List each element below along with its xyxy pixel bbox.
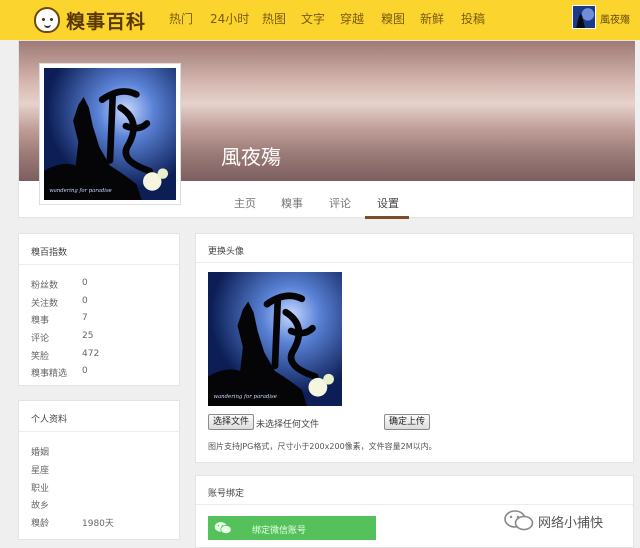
nav-hot[interactable]: 热门 — [169, 10, 193, 27]
site-logo[interactable]: 糗事百科 — [34, 4, 146, 36]
stat-value-fans: 0 — [82, 278, 88, 288]
stat-value-following: 0 — [82, 296, 88, 306]
upload-button[interactable]: 确定上传 — [384, 414, 431, 430]
user-avatar-small[interactable] — [572, 5, 596, 29]
tab-active-indicator — [365, 216, 409, 219]
logo-smiley-icon — [34, 7, 60, 33]
tab-settings[interactable]: 设置 — [377, 195, 399, 211]
info-title: 个人资料 — [31, 415, 68, 425]
watermark-text: 网络小捕快 — [538, 515, 604, 531]
wolf-avatar-icon — [573, 6, 595, 28]
tab-comments[interactable]: 评论 — [329, 195, 351, 211]
nav-hot-images[interactable]: 热图 — [262, 10, 286, 27]
tab-posts[interactable]: 糗事 — [281, 195, 303, 211]
watermark: 网络小捕快 — [504, 510, 603, 532]
info-label-job: 职业 — [31, 484, 50, 494]
divider — [196, 504, 633, 505]
wechat-icon — [214, 522, 232, 534]
change-avatar-panel: 更换头像 wandering for paradise 选择文件 未选择任何文件… — [195, 233, 634, 463]
bind-wechat-button[interactable]: 绑定微信账号 — [208, 516, 376, 540]
info-label-hometown: 故乡 — [31, 501, 50, 511]
info-label-account-age: 糗龄 — [31, 519, 50, 529]
preview-avatar-caption: wandering for paradise — [213, 394, 277, 400]
info-value-account-age: 1980天 — [82, 519, 114, 529]
avatar-preview: wandering for paradise — [208, 272, 342, 406]
nav-submit[interactable]: 投稿 — [461, 10, 485, 27]
profile-card: 風夜殤 wandering for paradise 主页 糗事 评论 设置 — [18, 40, 635, 219]
personal-info-panel: 个人资料 婚姻 星座 职业 故乡 糗龄 1980天 — [18, 400, 180, 540]
choose-file-button[interactable]: 选择文件 — [208, 414, 255, 430]
info-label-zodiac: 星座 — [31, 466, 50, 476]
wolf-avatar-image: wandering for paradise — [44, 68, 176, 200]
info-label-marriage: 婚姻 — [31, 448, 50, 458]
upload-hint: 图片支持JPG格式，尺寸小于200x200像素，文件容量2M以内。 — [208, 442, 437, 451]
index-title: 糗百指数 — [31, 248, 68, 258]
logo-text: 糗事百科 — [66, 10, 147, 33]
bind-wechat-label: 绑定微信账号 — [252, 526, 307, 536]
no-file-selected-text: 未选择任何文件 — [256, 420, 320, 430]
stat-value-posts: 7 — [82, 313, 88, 323]
divider — [19, 431, 179, 432]
nav-text[interactable]: 文字 — [301, 10, 325, 27]
index-panel: 糗百指数 粉丝数 0 关注数 0 糗事 7 评论 25 笑脸 472 糗事精选 … — [18, 233, 180, 386]
nav-24h[interactable]: 24小时 — [210, 10, 249, 27]
header-username[interactable]: 風夜殤 — [600, 11, 630, 26]
nav-time-travel[interactable]: 穿越 — [340, 10, 364, 27]
profile-name: 風夜殤 — [221, 145, 281, 169]
top-bar: 糗事百科 热门 24小时 热图 文字 穿越 糗图 新鲜 投稿 風夜殤 — [0, 0, 640, 40]
stat-value-featured: 0 — [82, 366, 88, 376]
nav-fresh[interactable]: 新鲜 — [420, 10, 444, 27]
stat-value-smiles: 472 — [82, 349, 100, 359]
avatar-caption: wandering for paradise — [49, 188, 112, 194]
stat-label-smiles: 笑脸 — [31, 352, 50, 362]
stat-label-fans: 粉丝数 — [31, 281, 59, 291]
stat-value-comments: 25 — [82, 331, 94, 341]
stat-label-comments: 评论 — [31, 334, 50, 344]
stat-label-following: 关注数 — [31, 299, 59, 309]
wolf-avatar-preview-image: wandering for paradise — [208, 272, 342, 406]
wechat-watermark-icon — [504, 510, 534, 531]
divider — [196, 262, 633, 263]
divider — [19, 264, 179, 265]
change-avatar-title: 更换头像 — [208, 247, 245, 257]
stat-label-featured: 糗事精选 — [31, 369, 68, 379]
nav-funny-images[interactable]: 糗图 — [381, 10, 405, 27]
profile-avatar: wandering for paradise — [39, 63, 181, 205]
stat-label-posts: 糗事 — [31, 316, 50, 326]
account-binding-title: 账号绑定 — [208, 489, 245, 499]
tab-home[interactable]: 主页 — [234, 195, 256, 211]
